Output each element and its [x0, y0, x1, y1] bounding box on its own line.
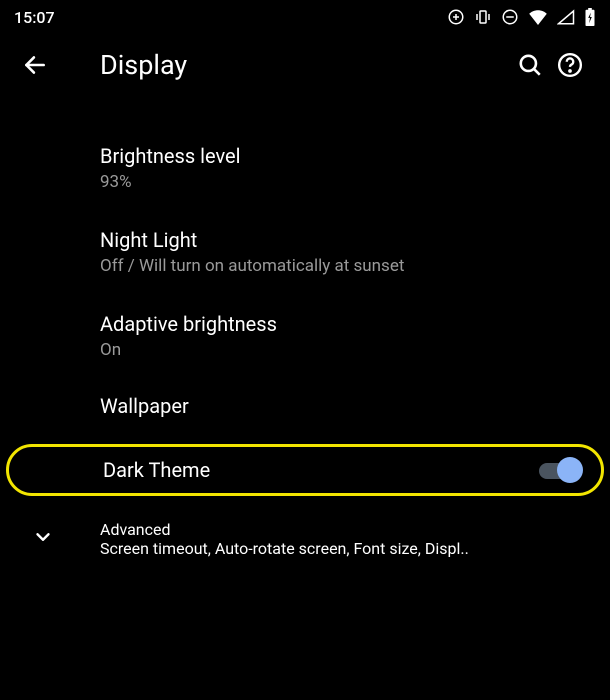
wifi-icon: [528, 9, 548, 25]
setting-title: Advanced: [100, 520, 590, 539]
status-time: 15:07: [14, 8, 55, 27]
setting-title: Wallpaper: [100, 394, 590, 418]
chevron-down-icon: [32, 526, 54, 548]
setting-dark-theme[interactable]: Dark Theme: [6, 444, 604, 496]
setting-advanced[interactable]: Advanced Screen timeout, Auto-rotate scr…: [0, 500, 610, 572]
settings-list: Brightness level 93% Night Light Off / W…: [0, 96, 610, 572]
signal-icon: [557, 9, 575, 25]
setting-title: Brightness level: [100, 144, 590, 168]
setting-title: Dark Theme: [103, 458, 537, 482]
battery-charging-icon: [584, 8, 596, 26]
setting-subtitle: On: [100, 340, 590, 360]
dnd-icon: [501, 8, 519, 26]
arrow-left-icon: [22, 52, 48, 78]
setting-title: Adaptive brightness: [100, 312, 590, 336]
plus-circle-icon: [447, 8, 465, 26]
setting-subtitle: 93%: [100, 172, 590, 192]
setting-subtitle: Off / Will turn on automatically at suns…: [100, 256, 590, 276]
dark-theme-toggle[interactable]: [537, 457, 583, 483]
setting-title: Night Light: [100, 228, 590, 252]
app-bar: Display: [0, 34, 610, 96]
setting-night-light[interactable]: Night Light Off / Will turn on automatic…: [0, 210, 610, 294]
setting-wallpaper[interactable]: Wallpaper: [0, 378, 610, 434]
page-title: Display: [100, 49, 510, 81]
setting-brightness-level[interactable]: Brightness level 93%: [0, 126, 610, 210]
toggle-thumb: [557, 457, 583, 483]
search-button[interactable]: [510, 52, 550, 78]
expand-icon-wrap: [20, 520, 100, 548]
search-icon: [517, 52, 543, 78]
help-icon: [557, 52, 583, 78]
setting-adaptive-brightness[interactable]: Adaptive brightness On: [0, 294, 610, 378]
status-icons: [447, 8, 596, 26]
back-button[interactable]: [22, 52, 52, 78]
vibrate-icon: [474, 8, 492, 26]
help-button[interactable]: [550, 52, 590, 78]
setting-subtitle: Screen timeout, Auto-rotate screen, Font…: [100, 539, 590, 558]
status-bar: 15:07: [0, 0, 610, 34]
